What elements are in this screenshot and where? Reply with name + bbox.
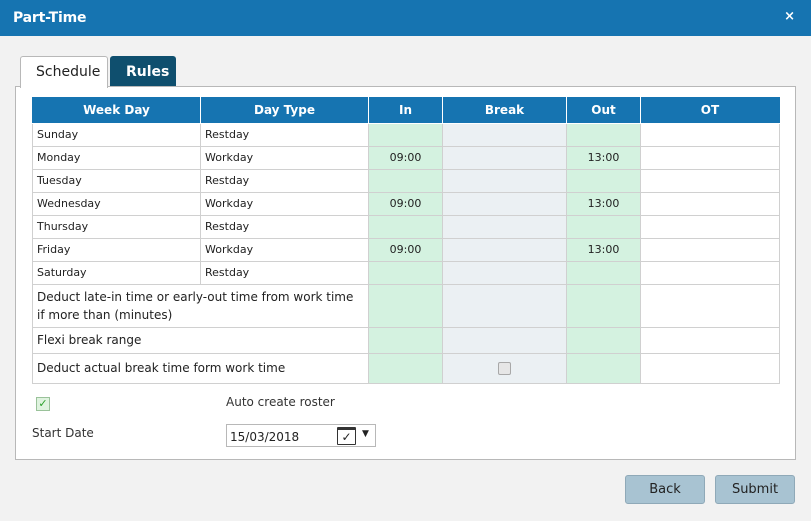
in-cell[interactable]: 09:00 [368,191,443,216]
auto-create-roster-checkbox[interactable]: ✓ [36,397,50,411]
flexi-break-out-cell[interactable] [566,326,641,354]
week-day-cell: Monday [32,145,201,170]
table-row: Thursday Restday [32,214,780,239]
break-cell[interactable] [442,214,567,239]
day-type-cell[interactable]: Restday [200,214,369,239]
table-header-row: Week Day Day Type In Break Out OT [32,97,780,124]
deduct-break-break-cell [442,352,567,384]
in-cell[interactable]: 09:00 [368,145,443,170]
table-row: Tuesday Restday [32,168,780,193]
schedule-table: Week Day Day Type In Break Out OT Sunday… [32,97,780,384]
deduct-late-label: Deduct late-in time or early-out time fr… [32,283,369,328]
out-cell[interactable] [566,122,641,147]
day-type-cell[interactable]: Restday [200,168,369,193]
deduct-late-out-cell[interactable] [566,283,641,328]
submit-button[interactable]: Submit [715,475,795,504]
title-bar: Part-Time × [0,0,811,36]
start-date-input[interactable]: 15/03/2018 ✓ ▼ [226,424,376,447]
out-cell[interactable] [566,260,641,285]
tab-rules[interactable]: Rules [110,56,176,87]
header-day-type: Day Type [200,97,369,124]
week-day-cell: Wednesday [32,191,201,216]
flexi-break-in-cell[interactable] [368,326,443,354]
week-day-cell: Saturday [32,260,201,285]
in-cell[interactable] [368,168,443,193]
deduct-late-row: Deduct late-in time or early-out time fr… [32,283,780,328]
table-row: Monday Workday 09:00 13:00 [32,145,780,170]
flexi-break-label: Flexi break range [32,326,369,354]
day-type-cell[interactable]: Restday [200,260,369,285]
deduct-break-out-cell [566,352,641,384]
day-type-cell[interactable]: Workday [200,237,369,262]
table-row: Sunday Restday [32,122,780,147]
day-type-cell[interactable]: Restday [200,122,369,147]
start-date-label: Start Date [32,426,94,440]
chevron-down-icon[interactable]: ▼ [362,429,369,439]
week-day-cell: Friday [32,237,201,262]
week-day-cell: Thursday [32,214,201,239]
header-week-day: Week Day [32,97,201,124]
ot-cell[interactable] [640,237,780,262]
ot-cell[interactable] [640,145,780,170]
flexi-break-ot-cell[interactable] [640,326,780,354]
table-row: Wednesday Workday 09:00 13:00 [32,191,780,216]
out-cell[interactable] [566,168,641,193]
table-row: Friday Workday 09:00 13:00 [32,237,780,262]
out-cell[interactable]: 13:00 [566,237,641,262]
deduct-break-in-cell [368,352,443,384]
week-day-cell: Tuesday [32,168,201,193]
flexi-break-row: Flexi break range [32,326,780,354]
deduct-late-in-cell[interactable] [368,283,443,328]
close-icon[interactable]: × [784,9,795,24]
in-cell[interactable]: 09:00 [368,237,443,262]
tab-schedule[interactable]: Schedule [20,56,108,88]
deduct-break-checkbox[interactable] [498,361,511,375]
ot-cell[interactable] [640,168,780,193]
week-day-cell: Sunday [32,122,201,147]
start-date-value: 15/03/2018 [230,430,300,444]
in-cell[interactable] [368,122,443,147]
deduct-break-label: Deduct actual break time form work time [32,352,369,384]
break-cell[interactable] [442,191,567,216]
day-type-cell[interactable]: Workday [200,145,369,170]
out-cell[interactable]: 13:00 [566,145,641,170]
ot-cell[interactable] [640,214,780,239]
header-ot: OT [640,97,780,124]
break-cell[interactable] [442,237,567,262]
schedule-panel: Week Day Day Type In Break Out OT Sunday… [15,86,796,460]
out-cell[interactable]: 13:00 [566,191,641,216]
in-cell[interactable] [368,260,443,285]
header-break: Break [442,97,567,124]
in-cell[interactable] [368,214,443,239]
day-type-cell[interactable]: Workday [200,191,369,216]
break-cell[interactable] [442,122,567,147]
auto-create-roster-label: Auto create roster [226,395,335,409]
flexi-break-break-cell[interactable] [442,326,567,354]
window-title: Part-Time [13,10,87,26]
deduct-break-ot-cell [640,352,780,384]
break-cell[interactable] [442,168,567,193]
ot-cell[interactable] [640,191,780,216]
header-out: Out [566,97,641,124]
break-cell[interactable] [442,260,567,285]
back-button[interactable]: Back [625,475,705,504]
out-cell[interactable] [566,214,641,239]
header-in: In [368,97,443,124]
calendar-icon[interactable]: ✓ [337,427,356,445]
deduct-late-break-cell[interactable] [442,283,567,328]
ot-cell[interactable] [640,122,780,147]
table-row: Saturday Restday [32,260,780,285]
deduct-break-row: Deduct actual break time form work time [32,352,780,384]
break-cell[interactable] [442,145,567,170]
ot-cell[interactable] [640,260,780,285]
deduct-late-ot-cell[interactable] [640,283,780,328]
